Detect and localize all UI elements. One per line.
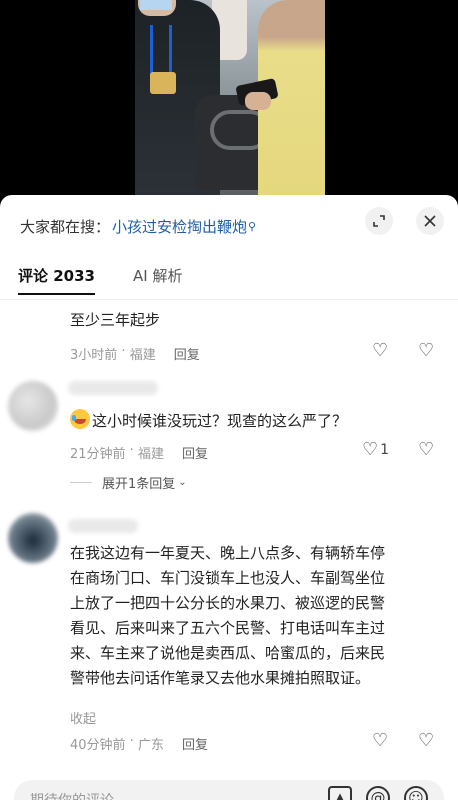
comment-line: 在商场门口、车门没锁车上也没人、车副驾坐位 xyxy=(70,569,386,587)
broken-heart-icon: ♡ xyxy=(418,730,435,751)
video-officer-mask xyxy=(140,0,172,10)
expand-replies-label: 展开1条回复 xyxy=(102,477,176,492)
comment-time: 40分钟前 xyxy=(70,738,126,753)
divider-line xyxy=(70,482,92,483)
dislike-button[interactable]: ♡ xyxy=(418,439,434,460)
close-icon xyxy=(424,215,436,227)
tab-comments[interactable]: 评论 2033 xyxy=(18,261,95,295)
dislike-button[interactable]: ♡ xyxy=(418,340,434,361)
like-button[interactable]: ♡ 1 xyxy=(362,439,389,460)
emoji-icon[interactable]: ☺ xyxy=(404,786,428,800)
comment-line: 看见、后来叫来了五六个民警、打电话叫车主过 xyxy=(70,619,386,637)
video-badge xyxy=(150,72,176,94)
comment-tabs: 评论 2033 AI 解析 xyxy=(18,261,220,295)
expand-icon xyxy=(373,215,385,227)
dislike-button[interactable]: ♡ xyxy=(418,730,434,751)
username[interactable] xyxy=(68,519,138,533)
reply-button[interactable]: 回复 xyxy=(182,443,208,462)
comment-meta: 21分钟前 · 福建 回复 xyxy=(70,443,208,462)
avatar[interactable] xyxy=(8,381,58,431)
comment-line: 来、车主来了说他是卖西瓜、哈蜜瓜的，后来民 xyxy=(70,644,386,662)
heart-icon: ♡ xyxy=(372,730,389,751)
heart-icon: ♡ xyxy=(362,439,379,460)
comment-meta: 40分钟前 · 广东 回复 xyxy=(70,734,208,753)
comment-sheet: 大家都在搜： 小孩过安检掏出鞭炮 ⚲ 评论 2033 AI 解析 至少三年起步 … xyxy=(0,195,458,800)
video-hand xyxy=(245,92,271,110)
comment-text-body: 这小时候谁没玩过？现查的这么严了？ xyxy=(92,412,348,430)
image-icon[interactable]: ▲ xyxy=(328,786,352,800)
input-icons: ▲ @ ☺ xyxy=(314,786,428,800)
comment-input-placeholder: 期待你的评论 xyxy=(30,790,114,800)
expand-replies-button[interactable]: 展开1条回复 ⌄ xyxy=(70,473,187,492)
comment-text: 至少三年起步 xyxy=(70,311,161,329)
comment-meta: 3小时前 · 福建 回复 xyxy=(70,344,200,363)
close-button[interactable] xyxy=(416,207,444,235)
mention-icon[interactable]: @ xyxy=(366,786,390,800)
comment-location: 福建 xyxy=(137,447,164,462)
comment-text: 在我这边有一年夏天、晚上八点多、有辆轿车停 在商场门口、车门没锁车上也没人、车副… xyxy=(70,541,385,691)
broken-heart-icon: ♡ xyxy=(418,340,435,361)
expand-button[interactable] xyxy=(365,207,393,235)
comment-time: 21分钟前 xyxy=(70,447,126,462)
like-button[interactable]: ♡ xyxy=(372,340,388,361)
comment-time: 3小时前 xyxy=(70,348,118,363)
trending-search-link[interactable]: 小孩过安检掏出鞭炮 xyxy=(112,216,247,237)
comment-line: 警带他去问话作笔录又去他水果摊拍照取证。 xyxy=(70,669,371,687)
meta-separator: · xyxy=(125,443,138,458)
trending-search-prefix: 大家都在搜： xyxy=(20,217,111,236)
avatar[interactable] xyxy=(8,513,58,563)
chevron-down-icon: ⌄ xyxy=(178,477,187,488)
username[interactable] xyxy=(68,381,158,395)
like-button[interactable]: ♡ xyxy=(372,730,388,751)
laughing-crying-emoji-icon xyxy=(70,409,90,429)
meta-separator: · xyxy=(117,344,130,359)
reply-button[interactable]: 回复 xyxy=(182,734,208,753)
tab-ai-analysis[interactable]: AI 解析 xyxy=(133,261,182,291)
collapse-button[interactable]: 收起 xyxy=(70,708,96,727)
comment-location: 福建 xyxy=(129,348,156,363)
reply-button[interactable]: 回复 xyxy=(174,344,200,363)
heart-icon: ♡ xyxy=(372,340,389,361)
comment-line: 上放了一把四十公分长的水果刀、被巡逻的民警 xyxy=(70,594,386,612)
like-count: 1 xyxy=(380,441,390,458)
comment-text: 这小时候谁没玩过？现查的这么严了？ xyxy=(70,409,347,434)
search-icon[interactable]: ⚲ xyxy=(248,220,256,233)
broken-heart-icon: ♡ xyxy=(418,439,435,460)
meta-separator: · xyxy=(125,734,138,749)
tabs-divider xyxy=(0,299,458,300)
comment-input[interactable]: 期待你的评论 ▲ @ ☺ xyxy=(14,780,444,800)
video-player[interactable] xyxy=(0,0,458,205)
trending-search-row: 大家都在搜： 小孩过安检掏出鞭炮 ⚲ xyxy=(20,215,256,237)
comment-location: 广东 xyxy=(137,738,164,753)
comment-line: 在我这边有一年夏天、晚上八点多、有辆轿车停 xyxy=(70,544,386,562)
